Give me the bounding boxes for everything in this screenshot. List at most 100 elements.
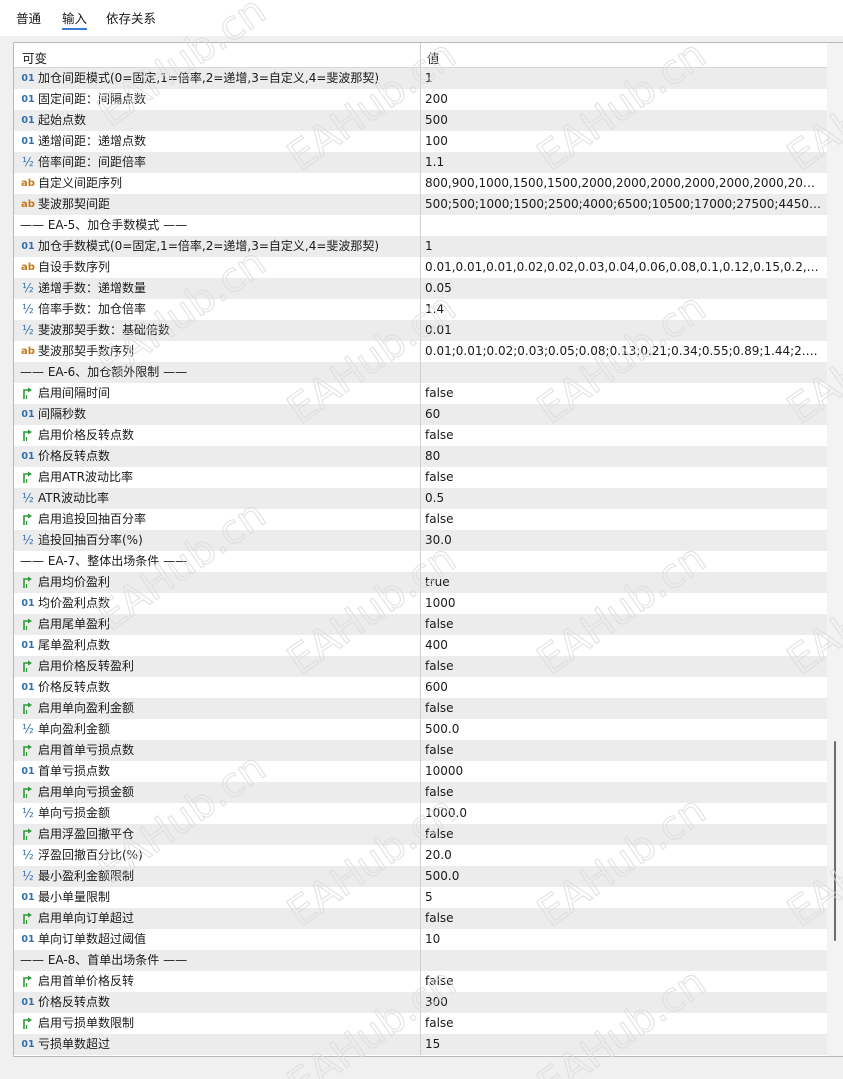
value-cell[interactable]: 80 xyxy=(421,446,825,467)
variable-cell[interactable]: ½ ATR波动比率 xyxy=(14,488,420,509)
value-cell[interactable]: 10000 xyxy=(421,761,825,782)
value-cell[interactable]: 600 xyxy=(421,677,825,698)
value-cell[interactable]: 0.01 xyxy=(421,320,825,341)
variable-cell[interactable]: ab 自定义间距序列 xyxy=(14,173,420,194)
value-cell[interactable]: 0.01;0.01;0.02;0.03;0.05;0.08;0.13;0.21;… xyxy=(421,341,825,362)
value-cell[interactable]: false xyxy=(421,908,825,929)
value-cell[interactable]: 800,900,1000,1500,1500,2000,2000,2000,20… xyxy=(421,173,825,194)
variable-cell[interactable]: 01 递增间距：递增点数 xyxy=(14,131,420,152)
column-divider[interactable] xyxy=(420,43,421,67)
value-cell[interactable]: false xyxy=(421,782,825,803)
horizontal-scrollbar[interactable] xyxy=(0,1060,843,1079)
table-row[interactable]: 启用单向盈利金额 false xyxy=(14,698,827,719)
table-row[interactable]: 01 均价盈利点数 1000 xyxy=(14,593,827,614)
table-row[interactable]: 01 尾单盈利点数 400 xyxy=(14,635,827,656)
table-row[interactable]: 01 加仓手数模式(0=固定,1=倍率,2=递增,3=自定义,4=斐波那契) 1 xyxy=(14,236,827,257)
table-row[interactable]: 01 亏损单数超过 15 xyxy=(14,1034,827,1055)
variable-cell[interactable]: ½ 追投回抽百分率(%) xyxy=(14,530,420,551)
table-row[interactable]: 启用均价盈利 true xyxy=(14,572,827,593)
table-row[interactable]: 01 间隔秒数 60 xyxy=(14,404,827,425)
variable-cell[interactable]: 01 价格反转点数 xyxy=(14,446,420,467)
value-cell[interactable]: 100 xyxy=(421,131,825,152)
variable-cell[interactable]: 01 首单亏损点数 xyxy=(14,761,420,782)
variable-cell[interactable]: 01 单向订单数超过阈值 xyxy=(14,929,420,950)
value-cell[interactable]: 0.01,0.01,0.01,0.02,0.02,0.03,0.04,0.06,… xyxy=(421,257,825,278)
value-cell[interactable]: false xyxy=(421,425,825,446)
table-row[interactable]: ½ 递增手数：递增数量 0.05 xyxy=(14,278,827,299)
table-row[interactable]: 01 价格反转点数 80 xyxy=(14,446,827,467)
table-row[interactable]: ab 斐波那契手数序列 0.01;0.01;0.02;0.03;0.05;0.08;… xyxy=(14,341,827,362)
variable-cell[interactable]: 启用价格反转盈利 xyxy=(14,656,420,677)
variable-cell[interactable]: 01 价格反转点数 xyxy=(14,992,420,1013)
value-cell[interactable]: 10 xyxy=(421,929,825,950)
variable-cell[interactable]: 01 尾单盈利点数 xyxy=(14,635,420,656)
value-cell[interactable]: 500 xyxy=(421,110,825,131)
section-header-row[interactable]: —— EA-8、首单出场条件 —— xyxy=(14,950,827,971)
section-header-row[interactable]: —— EA-5、加仓手数模式 —— xyxy=(14,215,827,236)
variable-cell[interactable]: ab 自设手数序列 xyxy=(14,257,420,278)
variable-cell[interactable]: —— EA-8、首单出场条件 —— xyxy=(14,950,420,971)
table-row[interactable]: 启用首单亏损点数 false xyxy=(14,740,827,761)
table-row[interactable]: 01 单向订单数超过阈值 10 xyxy=(14,929,827,950)
variable-cell[interactable]: ½ 单向盈利金额 xyxy=(14,719,420,740)
variable-cell[interactable]: 启用首单亏损点数 xyxy=(14,740,420,761)
table-row[interactable]: ab 斐波那契间距 500;500;1000;1500;2500;4000;6500… xyxy=(14,194,827,215)
value-cell[interactable]: false xyxy=(421,383,825,404)
value-cell[interactable]: 0.05 xyxy=(421,278,825,299)
column-header-value[interactable]: 值 xyxy=(427,48,440,67)
table-row[interactable]: 启用追投回抽百分率 false xyxy=(14,509,827,530)
value-cell[interactable]: 500;500;1000;1500;2500;4000;6500;10500;1… xyxy=(421,194,825,215)
value-cell[interactable]: 1 xyxy=(421,236,825,257)
value-cell[interactable]: 500.0 xyxy=(421,866,825,887)
table-row[interactable]: 启用单向订单超过 false xyxy=(14,908,827,929)
column-header-variable[interactable]: 可变 xyxy=(22,48,47,67)
value-cell[interactable]: 30.0 xyxy=(421,530,825,551)
table-row[interactable]: ab 自设手数序列 0.01,0.01,0.01,0.02,0.02,0.03,0.… xyxy=(14,257,827,278)
table-row[interactable]: ½ 斐波那契手数：基础倍数 0.01 xyxy=(14,320,827,341)
table-row[interactable]: 启用间隔时间 false xyxy=(14,383,827,404)
table-row[interactable]: 01 起始点数 500 xyxy=(14,110,827,131)
variable-cell[interactable]: 01 间隔秒数 xyxy=(14,404,420,425)
table-row[interactable]: 启用亏损单数限制 false xyxy=(14,1013,827,1034)
table-row[interactable]: ½ 单向盈利金额 500.0 xyxy=(14,719,827,740)
value-cell[interactable]: 200 xyxy=(421,89,825,110)
table-row[interactable]: 01 首单亏损点数 10000 xyxy=(14,761,827,782)
variable-cell[interactable]: 启用均价盈利 xyxy=(14,572,420,593)
variable-cell[interactable]: ½ 递增手数：递增数量 xyxy=(14,278,420,299)
variable-cell[interactable]: 01 加仓手数模式(0=固定,1=倍率,2=递增,3=自定义,4=斐波那契) xyxy=(14,236,420,257)
table-row[interactable]: ½ 追投回抽百分率(%) 30.0 xyxy=(14,530,827,551)
value-cell[interactable]: false xyxy=(421,971,825,992)
value-cell[interactable]: 400 xyxy=(421,635,825,656)
value-cell[interactable]: 1.4 xyxy=(421,299,825,320)
variable-cell[interactable]: ½ 斐波那契手数：基础倍数 xyxy=(14,320,420,341)
table-row[interactable]: 01 递增间距：递增点数 100 xyxy=(14,131,827,152)
variable-cell[interactable]: ab 斐波那契间距 xyxy=(14,194,420,215)
variable-cell[interactable]: 启用追投回抽百分率 xyxy=(14,509,420,530)
table-row[interactable]: 01 固定间距：间隔点数 200 xyxy=(14,89,827,110)
value-cell[interactable]: false xyxy=(421,824,825,845)
variable-cell[interactable]: ab 斐波那契手数序列 xyxy=(14,341,420,362)
table-row[interactable]: ab 自定义间距序列 800,900,1000,1500,1500,2000,200… xyxy=(14,173,827,194)
table-row[interactable]: ½ 最小盈利金额限制 500.0 xyxy=(14,866,827,887)
variable-cell[interactable]: 01 固定间距：间隔点数 xyxy=(14,89,420,110)
table-row[interactable]: 01 加仓间距模式(0=固定,1=倍率,2=递增,3=自定义,4=斐波那契) 1 xyxy=(14,68,827,89)
value-cell[interactable]: 20.0 xyxy=(421,845,825,866)
value-cell[interactable]: 1000 xyxy=(421,593,825,614)
tab-dependencies[interactable]: 依存关系 xyxy=(106,8,156,27)
variable-cell[interactable]: —— EA-5、加仓手数模式 —— xyxy=(14,215,420,236)
table-row[interactable]: 启用价格反转点数 false xyxy=(14,425,827,446)
table-row[interactable]: 01 最小单量限制 5 xyxy=(14,887,827,908)
value-cell[interactable]: 1.1 xyxy=(421,152,825,173)
table-row[interactable]: ½ 浮盈回撤百分比(%) 20.0 xyxy=(14,845,827,866)
variable-cell[interactable]: ½ 单向亏损金额 xyxy=(14,803,420,824)
table-row[interactable]: ½ 倍率手数：加仓倍率 1.4 xyxy=(14,299,827,320)
value-cell[interactable]: false xyxy=(421,740,825,761)
variable-cell[interactable]: 01 价格反转点数 xyxy=(14,677,420,698)
variable-cell[interactable]: 启用单向亏损金额 xyxy=(14,782,420,803)
variable-cell[interactable]: 01 加仓间距模式(0=固定,1=倍率,2=递增,3=自定义,4=斐波那契) xyxy=(14,68,420,89)
variable-cell[interactable]: 启用尾单盈利 xyxy=(14,614,420,635)
value-cell[interactable]: true xyxy=(421,572,825,593)
value-cell[interactable]: 15 xyxy=(421,1034,825,1055)
value-cell[interactable]: false xyxy=(421,1013,825,1034)
value-cell[interactable]: 0.5 xyxy=(421,488,825,509)
